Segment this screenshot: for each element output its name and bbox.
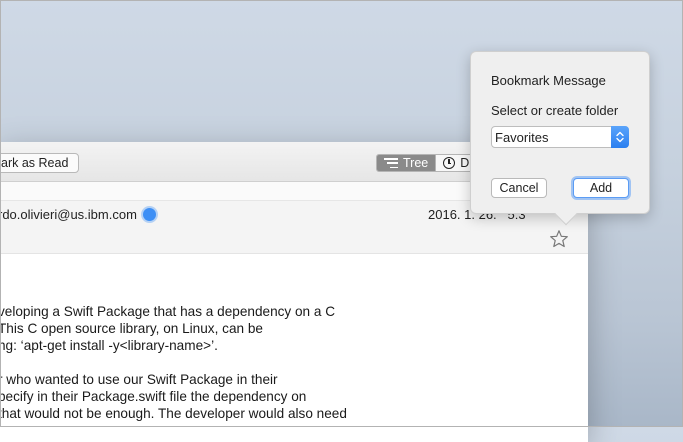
body-line: This C open source library, on Linux, ca… [0,321,263,336]
date-view-label: D [460,156,470,170]
sender: rdo.olivieri@us.ibm.com [0,207,156,222]
mark-as-read-button[interactable]: ark as Read [0,153,80,173]
sender-email[interactable]: rdo.olivieri@us.ibm.com [0,207,137,222]
body-line: r who wanted to use our Swift Package in… [0,372,278,387]
cancel-button[interactable]: Cancel [491,178,547,198]
message-body: veloping a Swift Package that has a depe… [0,303,588,422]
tree-view-icon [384,158,398,168]
body-line: pecify in their Package.swift file the d… [0,389,307,404]
folder-select-value: Favorites [495,130,549,145]
folder-label: Select or create folder [491,103,619,118]
tree-view-button[interactable]: Tree [377,155,436,171]
clock-icon [443,157,456,169]
star-icon[interactable] [549,229,569,249]
add-button[interactable]: Add [573,178,629,198]
view-mode-segmented-control: Tree D [376,154,478,172]
chevron-updown-icon [611,126,629,148]
folder-select[interactable]: Favorites [491,126,629,148]
verified-badge-icon [142,208,156,221]
body-line: veloping a Swift Package that has a depe… [0,304,336,319]
bookmark-popover: Bookmark Message Select or create folder… [470,51,650,226]
body-line: ng: ‘apt-get install -y<library-name>’. [0,338,218,353]
body-line: that would not be enough. The developer … [0,406,347,421]
popover-title: Bookmark Message [491,73,606,88]
tree-view-label: Tree [403,156,429,170]
body-line-blank [0,354,588,371]
